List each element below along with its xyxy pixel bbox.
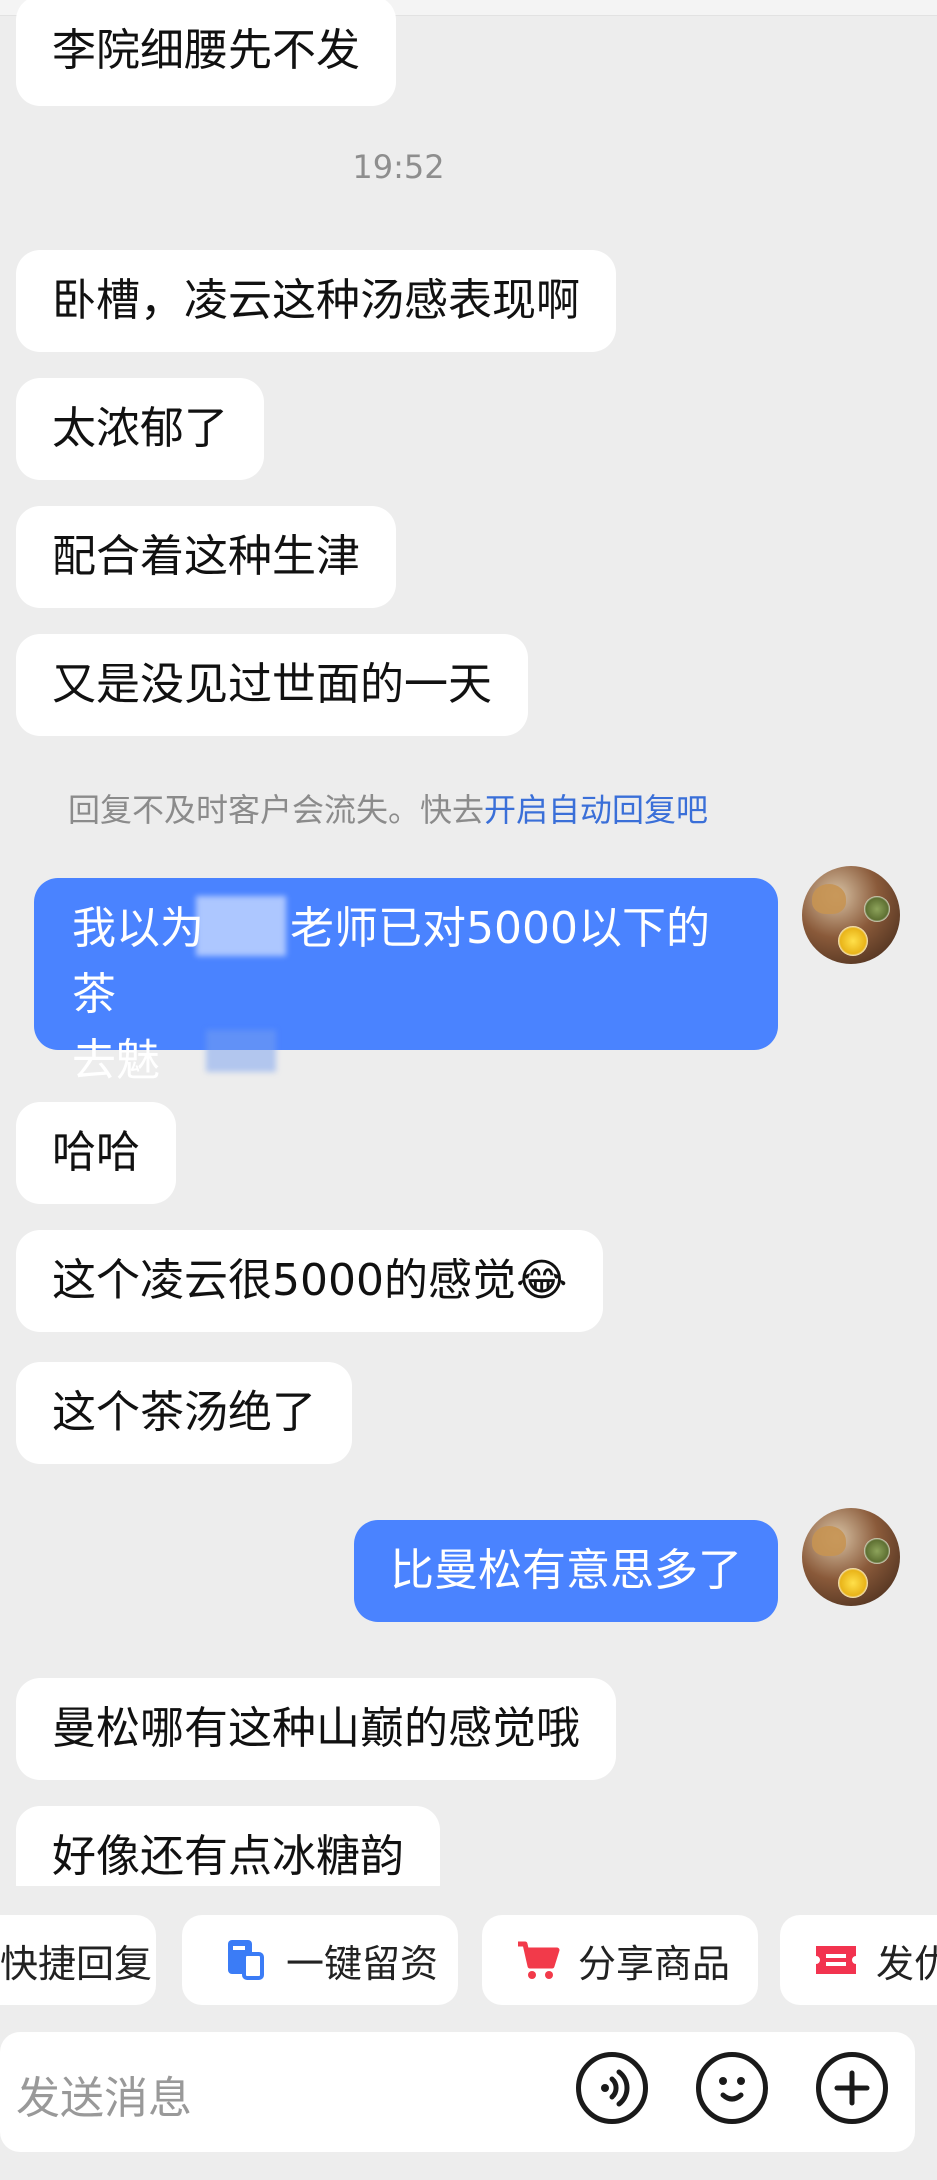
my-message-bubble[interactable]: 我以为 老师已对5000以下的茶 去魅 bbox=[34, 878, 778, 1086]
emoji-button[interactable] bbox=[696, 2052, 768, 2124]
quick-reply-label: 快捷回复 bbox=[0, 1941, 153, 1986]
tea-cup-shape bbox=[838, 926, 868, 956]
message-text: 这个凌云很5000的感觉 bbox=[52, 1255, 516, 1306]
message-text: 去魅 bbox=[72, 1035, 160, 1086]
share-product-label: 分享商品 bbox=[578, 1941, 731, 1986]
message-clip: 好像还有点冰糖韵 bbox=[0, 1790, 937, 1886]
my-message-bubble[interactable]: 比曼松有意思多了 bbox=[354, 1520, 778, 1622]
message-text: 李院细腰先不发 bbox=[52, 25, 360, 76]
message-text: 又是没见过世面的一天 bbox=[52, 659, 492, 710]
system-notice: 回复不及时客户会流失。快去开启自动回复吧 bbox=[68, 785, 708, 831]
message-text: 好像还有点冰糖韵 bbox=[52, 1831, 404, 1882]
message-bubble[interactable]: 李院细腰先不发 bbox=[16, 0, 396, 106]
message-text: 这个茶汤绝了 bbox=[52, 1387, 316, 1438]
user-avatar[interactable] bbox=[802, 1508, 900, 1606]
teapot-shape bbox=[812, 884, 846, 914]
emoji-icon bbox=[719, 2077, 745, 2102]
plus-icon bbox=[834, 2070, 870, 2106]
cart-icon bbox=[516, 1938, 560, 1982]
message-text: 配合着这种生津 bbox=[52, 531, 360, 582]
auto-reply-link[interactable]: 开启自动回复吧 bbox=[484, 791, 708, 829]
laugh-cry-emoji: 😂 bbox=[515, 1255, 568, 1306]
message-text: 曼松哪有这种山巅的感觉哦 bbox=[52, 1703, 580, 1754]
message-bubble[interactable]: 又是没见过世面的一天 bbox=[16, 634, 528, 736]
message-bubble[interactable]: 这个凌云很5000的感觉😂 bbox=[16, 1230, 604, 1332]
quick-actions-bar: 快捷回复 一键留资 分享商品 发优 bbox=[0, 1915, 937, 2005]
message-text: 太浓郁了 bbox=[52, 403, 228, 454]
coupon-button[interactable]: 发优 bbox=[780, 1915, 937, 2005]
voice-button[interactable] bbox=[576, 2052, 648, 2124]
contact-form-label: 一键留资 bbox=[286, 1941, 439, 1986]
tea-leaves-shape bbox=[864, 896, 890, 922]
message-bubble[interactable]: 太浓郁了 bbox=[16, 378, 264, 480]
system-notice-text: 回复不及时客户会流失。快去 bbox=[68, 791, 485, 829]
message-input-bar: 发送消息 bbox=[0, 2032, 915, 2152]
coupon-label: 发优 bbox=[876, 1941, 937, 1986]
message-bubble[interactable]: 这个茶汤绝了 bbox=[16, 1362, 352, 1464]
user-avatar[interactable] bbox=[802, 866, 900, 964]
message-text: 我以为 bbox=[72, 903, 204, 954]
more-button[interactable] bbox=[816, 2052, 888, 2124]
share-product-button[interactable]: 分享商品 bbox=[482, 1915, 758, 2005]
message-bubble[interactable]: 哈哈 bbox=[16, 1102, 176, 1204]
tea-leaves-shape bbox=[864, 1538, 890, 1564]
message-text: 哈哈 bbox=[52, 1127, 140, 1178]
message-text: 卧槽，凌云这种汤感表现啊 bbox=[52, 275, 580, 326]
teapot-shape bbox=[812, 1526, 846, 1556]
voice-icon bbox=[601, 2069, 630, 2107]
timestamp: 19:52 bbox=[352, 148, 445, 186]
quick-reply-button[interactable]: 快捷回复 bbox=[0, 1915, 156, 2005]
contact-form-icon bbox=[224, 1938, 268, 1982]
coupon-icon bbox=[814, 1938, 858, 1982]
tea-cup-shape bbox=[838, 1568, 868, 1598]
message-bubble[interactable]: 卧槽，凌云这种汤感表现啊 bbox=[16, 250, 616, 352]
message-bubble[interactable]: 好像还有点冰糖韵 bbox=[16, 1806, 440, 1886]
contact-form-button[interactable]: 一键留资 bbox=[182, 1915, 458, 2005]
message-line: 我以为 老师已对5000以下的茶 bbox=[72, 896, 740, 1028]
message-input[interactable]: 发送消息 bbox=[16, 2062, 192, 2126]
message-bubble[interactable]: 曼松哪有这种山巅的感觉哦 bbox=[16, 1678, 616, 1780]
message-bubble[interactable]: 配合着这种生津 bbox=[16, 506, 396, 608]
message-text: 比曼松有意思多了 bbox=[390, 1545, 742, 1596]
redaction-blur bbox=[206, 1030, 276, 1072]
redaction-blur bbox=[196, 896, 286, 956]
